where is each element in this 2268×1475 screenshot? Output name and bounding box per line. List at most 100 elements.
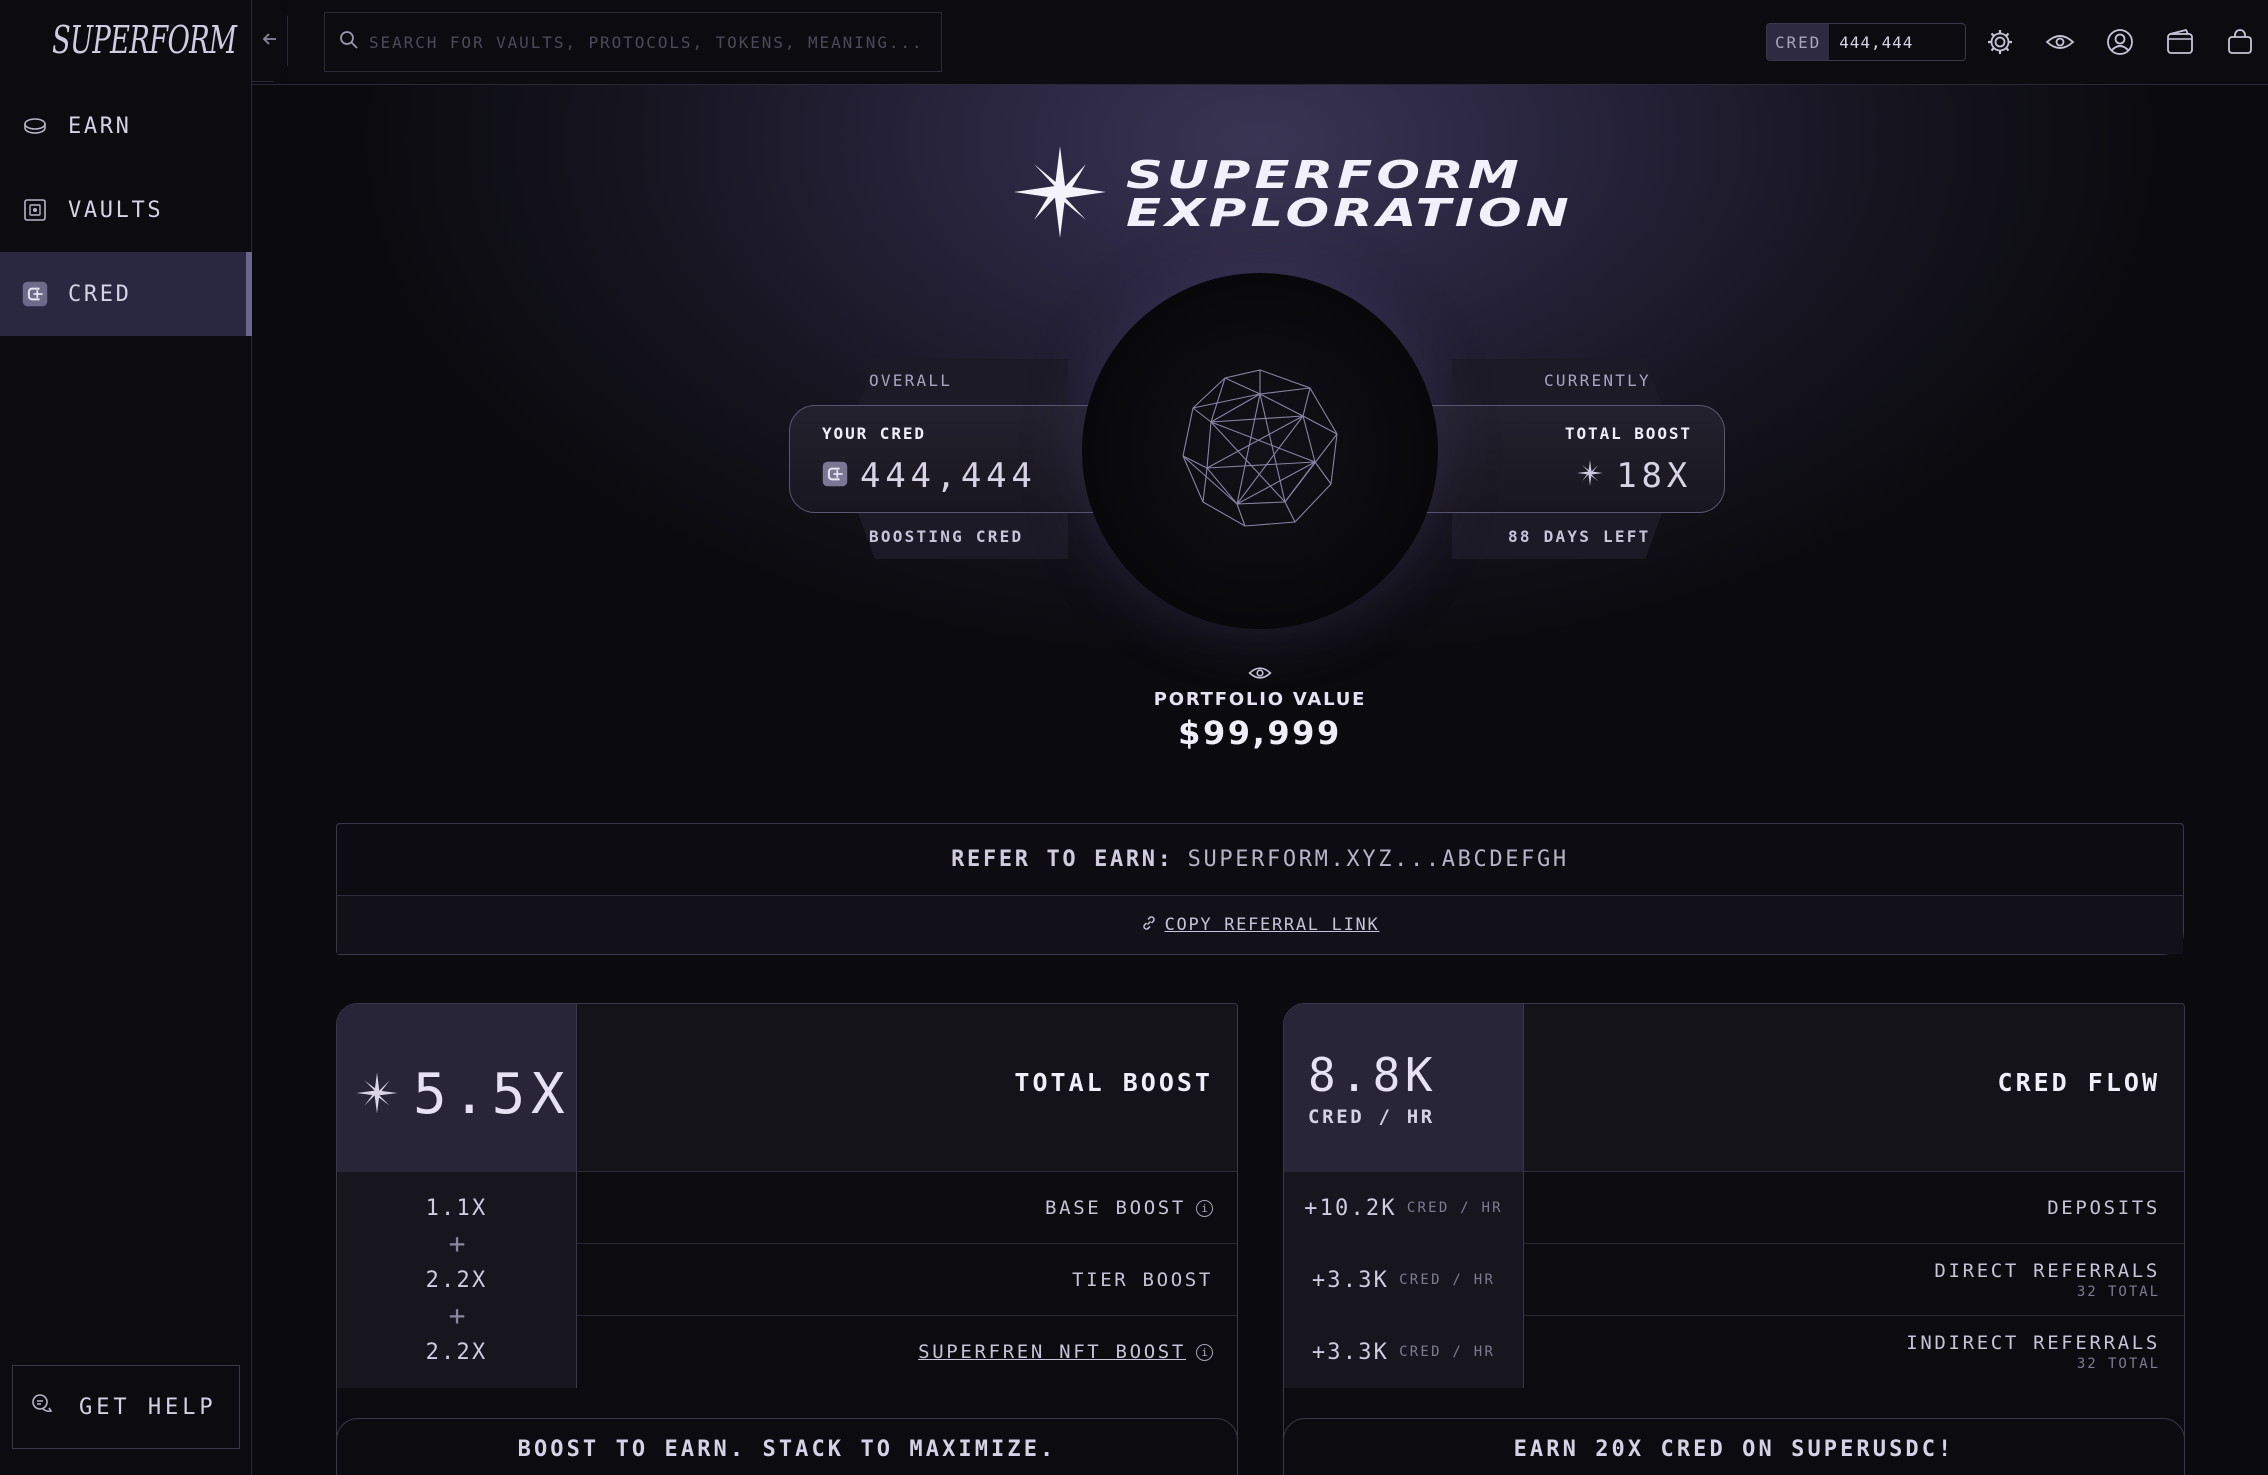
total-boost-card-value-cell: 5.5X <box>337 1004 577 1172</box>
cred-flow-card-value-cell: 8.8K CRED / HR <box>1284 1004 1524 1172</box>
portfolio-value-block: PORTFOLIO VALUE $99,999 <box>1122 665 1398 752</box>
flow-row-value: +10.2K <box>1304 1195 1397 1221</box>
total-boost-card-value-wrap: 5.5X <box>355 1062 570 1127</box>
copy-referral-link-button[interactable]: COPY REFERRAL LINK <box>337 896 2183 954</box>
cred-flow-card-title: CRED FLOW <box>1997 1068 2160 1097</box>
your-cred-value: 444,444 <box>860 456 1037 496</box>
flow-row-value-cell: +3.3K CRED / HR <box>1284 1244 1524 1316</box>
superusdc-promo-card[interactable]: EARN 20X CRED ON SUPERUSDC! <box>1283 1418 2185 1475</box>
cred-flow-card: 8.8K CRED / HR CRED FLOW +10.2K CRED / H… <box>1283 1003 2185 1473</box>
search-icon <box>339 30 359 54</box>
superusdc-promo-text: EARN 20X CRED ON SUPERUSDC! <box>1513 1437 1955 1462</box>
boost-row-base: 1.1X BASE BOOST i <box>337 1172 1237 1244</box>
flow-row-sub: 32 TOTAL <box>2076 1284 2160 1300</box>
cred-icon <box>822 456 848 496</box>
flow-row-value-cell: +10.2K CRED / HR <box>1284 1172 1524 1244</box>
flow-row-sub: 32 TOTAL <box>2076 1356 2160 1372</box>
cred-balance-pill[interactable]: CRED 444,444 <box>1766 23 1966 61</box>
flow-row-indirect-referrals: +3.3K CRED / HR INDIRECT REFERRALS 32 TO… <box>1284 1316 2184 1388</box>
flow-row-deposits: +10.2K CRED / HR DEPOSITS <box>1284 1172 2184 1244</box>
flow-row-direct-referrals: +3.3K CRED / HR DIRECT REFERRALS 32 TOTA… <box>1284 1244 2184 1316</box>
your-cred-panel: YOUR CRED 444,444 <box>789 405 1119 513</box>
total-boost-card-value: 5.5X <box>413 1062 571 1127</box>
info-icon[interactable]: i <box>1196 1343 1213 1361</box>
boost-row-label-wrap: TIER BOOST <box>1072 1244 1213 1316</box>
arrow-left-icon <box>261 29 279 53</box>
cred-balance-label: CRED <box>1767 24 1830 60</box>
cred-orb <box>1082 273 1438 629</box>
plus-icon: + <box>448 1299 466 1332</box>
polyhedron-icon <box>1175 364 1345 538</box>
hero-title-line1: SUPERFORM <box>1126 153 1523 197</box>
flow-row-label: DEPOSITS <box>2047 1197 2160 1219</box>
search-bar[interactable] <box>324 12 942 72</box>
boost-row-nft: 2.2X SUPERFREN NFT BOOST i <box>337 1316 1237 1388</box>
cred-flow-card-unit: CRED / HR <box>1308 1106 1435 1128</box>
sidebar-item-label: CRED <box>68 281 132 307</box>
sidebar-item-earn[interactable]: EARN <box>0 84 252 168</box>
search-input[interactable] <box>369 32 941 52</box>
total-boost-label: TOTAL BOOST <box>1564 424 1692 443</box>
main-content: SUPERFORM EXPLORATION OVERALL YOUR CRED … <box>252 84 2268 1475</box>
total-boost-card: 5.5X TOTAL BOOST 1.1X BASE BOOST i + 2.2… <box>336 1003 1238 1473</box>
bag-icon[interactable] <box>2224 26 2256 58</box>
your-cred-value-wrap: 444,444 <box>822 456 1037 496</box>
flow-row-value-cell: +3.3K CRED / HR <box>1284 1316 1524 1388</box>
sidebar-item-vaults[interactable]: VAULTS <box>0 168 252 252</box>
flow-row-value: +3.3K <box>1311 1267 1390 1293</box>
right-panel-overline: CURRENTLY <box>1544 371 1651 390</box>
hero-title-line2: EXPLORATION <box>1126 191 1573 235</box>
total-boost-value-wrap: 18X <box>1576 456 1692 496</box>
star-burst-icon <box>1012 144 1108 244</box>
superform-logo[interactable]: SUPERFORM <box>52 18 237 66</box>
coin-icon <box>22 113 48 139</box>
total-boost-card-header: 5.5X TOTAL BOOST <box>337 1004 1237 1172</box>
boost-row-label-wrap: SUPERFREN NFT BOOST i <box>918 1316 1213 1388</box>
your-cred-label: YOUR CRED <box>822 424 926 443</box>
sidebar-item-label: VAULTS <box>68 197 164 223</box>
flow-row-unit: CRED / HR <box>1406 1200 1503 1216</box>
hero-title: SUPERFORM EXPLORATION <box>1012 129 1572 259</box>
referral-box: REFER TO EARN: SUPERFORM.XYZ...ABCDEFGH … <box>336 823 2184 955</box>
cred-icon <box>22 281 48 307</box>
eye-icon[interactable] <box>2044 26 2076 58</box>
star-icon <box>355 1071 399 1119</box>
referral-header: REFER TO EARN: SUPERFORM.XYZ...ABCDEFGH <box>337 824 2183 896</box>
sidebar-item-cred[interactable]: CRED <box>0 252 252 336</box>
flow-row-unit: CRED / HR <box>1399 1344 1496 1360</box>
collapse-sidebar-button[interactable] <box>252 0 288 82</box>
copy-referral-link-label: COPY REFERRAL LINK <box>1164 915 1380 935</box>
boost-row-label-line: BASE BOOST i <box>1045 1197 1213 1219</box>
top-header: CRED 444,444 <box>288 0 2268 84</box>
boost-to-earn-text: BOOST TO EARN. STACK TO MAXIMIZE. <box>517 1437 1057 1462</box>
gear-icon[interactable] <box>1984 26 2016 58</box>
superfren-nft-boost-link[interactable]: SUPERFREN NFT BOOST <box>918 1341 1186 1363</box>
chat-icon <box>31 1393 53 1421</box>
hero-title-text: SUPERFORM EXPLORATION <box>1126 156 1573 232</box>
info-icon[interactable]: i <box>1196 1199 1213 1217</box>
referral-link-value: SUPERFORM.XYZ...ABCDEFGH <box>1187 847 1569 872</box>
total-boost-panel: TOTAL BOOST 18X <box>1395 405 1725 513</box>
vault-icon <box>22 197 48 223</box>
boost-row-label: BASE BOOST <box>1045 1197 1186 1219</box>
flow-row-value: +3.3K <box>1311 1339 1390 1365</box>
sidebar: SUPERFORM EARN VAULTS CRED GET HELP <box>0 0 252 1475</box>
total-boost-card-title: TOTAL BOOST <box>1014 1068 1213 1097</box>
wallet-icon[interactable] <box>2164 26 2196 58</box>
cred-balance-value: 444,444 <box>1839 32 1914 52</box>
eye-icon[interactable] <box>1248 666 1272 685</box>
boost-to-earn-card[interactable]: BOOST TO EARN. STACK TO MAXIMIZE. <box>336 1418 1238 1475</box>
get-help-button[interactable]: GET HELP <box>12 1365 240 1449</box>
flow-row-label-wrap: DIRECT REFERRALS 32 TOTAL <box>1934 1244 2160 1316</box>
flow-row-label: DIRECT REFERRALS <box>1934 1260 2160 1282</box>
flow-row-label: INDIRECT REFERRALS <box>1906 1332 2160 1354</box>
boost-row-label-line: SUPERFREN NFT BOOST i <box>918 1341 1213 1363</box>
flow-row-unit: CRED / HR <box>1399 1272 1496 1288</box>
cred-flow-card-value: 8.8K <box>1308 1048 1438 1102</box>
referral-label: REFER TO EARN: <box>951 847 1174 872</box>
get-help-label: GET HELP <box>79 1394 217 1420</box>
user-icon[interactable] <box>2104 26 2136 58</box>
left-panel-overline: OVERALL <box>869 371 953 390</box>
flow-row-label-wrap: DEPOSITS <box>2047 1172 2160 1244</box>
cred-flow-card-header: 8.8K CRED / HR CRED FLOW <box>1284 1004 2184 1172</box>
